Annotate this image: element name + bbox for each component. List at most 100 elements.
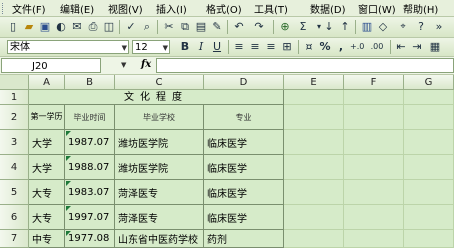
- select-all-corner[interactable]: [0, 75, 29, 90]
- cell-degree[interactable]: 大学: [29, 155, 65, 180]
- menu-insert[interactable]: 插入(I): [156, 1, 187, 16]
- cell-school[interactable]: 菏泽医专: [115, 205, 204, 230]
- row-header-6[interactable]: 6: [0, 205, 29, 230]
- column-header-g[interactable]: G: [404, 75, 454, 90]
- drawing-icon[interactable]: ◇: [376, 20, 390, 34]
- decrease-decimal-icon[interactable]: .00: [370, 40, 384, 54]
- cell-major[interactable]: 临床医学: [204, 205, 284, 230]
- cell[interactable]: [284, 155, 344, 180]
- font-size-select[interactable]: 12 ▼: [132, 40, 170, 54]
- zoom-icon[interactable]: ⌖: [396, 20, 410, 34]
- row-header-4[interactable]: 4: [0, 155, 29, 180]
- cell-school[interactable]: 潍坊医学院: [115, 130, 204, 155]
- percent-button[interactable]: %: [318, 40, 332, 54]
- cell[interactable]: [404, 90, 454, 105]
- column-header-e[interactable]: E: [284, 75, 344, 90]
- error-indicator-icon[interactable]: [66, 131, 71, 136]
- row-header-1[interactable]: 1: [0, 90, 29, 105]
- bold-button[interactable]: B: [178, 40, 192, 54]
- row-header-2[interactable]: 2: [0, 105, 29, 130]
- cell-degree[interactable]: 大专: [29, 205, 65, 230]
- cell-school[interactable]: 潍坊医学院: [115, 155, 204, 180]
- cell-school[interactable]: 山东省中医药学校: [115, 230, 204, 248]
- cell[interactable]: [404, 130, 454, 155]
- cell[interactable]: [344, 230, 404, 248]
- cell[interactable]: [344, 205, 404, 230]
- column-header-b[interactable]: B: [65, 75, 115, 90]
- cell-major[interactable]: 临床医学: [204, 130, 284, 155]
- cell-grad-time[interactable]: 1983.07: [65, 180, 115, 205]
- cell[interactable]: [284, 230, 344, 248]
- name-box[interactable]: J20: [1, 58, 101, 73]
- cut-icon[interactable]: ✂: [162, 20, 176, 34]
- hyperlink-icon[interactable]: ⊕: [278, 20, 292, 34]
- cell-major[interactable]: 药剂: [204, 230, 284, 248]
- header-cell-school[interactable]: 毕业学校: [115, 105, 204, 130]
- error-indicator-icon[interactable]: [66, 206, 71, 211]
- print-icon[interactable]: ⎙: [86, 20, 100, 34]
- borders-icon[interactable]: ▦: [428, 40, 442, 54]
- column-header-f[interactable]: F: [344, 75, 404, 90]
- cell[interactable]: [284, 130, 344, 155]
- menu-tools[interactable]: 工具(T): [254, 1, 288, 16]
- menu-file[interactable]: 文件(F): [12, 1, 46, 16]
- cell-grad-time[interactable]: 1988.07: [65, 155, 115, 180]
- sort-descending-icon[interactable]: ↑: [338, 20, 352, 34]
- cell[interactable]: [344, 180, 404, 205]
- help-icon[interactable]: ?: [414, 20, 428, 34]
- column-header-c[interactable]: C: [115, 75, 204, 90]
- cell[interactable]: [344, 90, 404, 105]
- cell[interactable]: [404, 105, 454, 130]
- cell-degree[interactable]: 大专: [29, 180, 65, 205]
- new-icon[interactable]: ▯: [6, 20, 20, 34]
- decrease-indent-icon[interactable]: ⇤: [394, 40, 408, 54]
- header-cell-grad-time[interactable]: 毕业时间: [65, 105, 115, 130]
- increase-indent-icon[interactable]: ⇥: [410, 40, 424, 54]
- cell[interactable]: [284, 205, 344, 230]
- menu-view[interactable]: 视图(V): [108, 1, 143, 16]
- cell-major[interactable]: 临床医学: [204, 180, 284, 205]
- cell-major[interactable]: 临床医学: [204, 155, 284, 180]
- column-header-a[interactable]: A: [29, 75, 65, 90]
- error-indicator-icon[interactable]: [66, 231, 71, 236]
- paste-icon[interactable]: ▤: [194, 20, 208, 34]
- email-icon[interactable]: ✉: [70, 20, 84, 34]
- increase-decimal-icon[interactable]: +.0: [350, 40, 364, 54]
- cell-grad-time[interactable]: 1977.08: [65, 230, 115, 248]
- menu-edit[interactable]: 编辑(E): [60, 1, 94, 16]
- currency-icon[interactable]: ¤: [302, 40, 316, 54]
- align-right-icon[interactable]: ≡: [264, 40, 278, 54]
- cell[interactable]: [404, 205, 454, 230]
- underline-button[interactable]: U: [210, 40, 224, 54]
- format-painter-icon[interactable]: ✎: [210, 20, 224, 34]
- save-icon[interactable]: ▣: [38, 20, 52, 34]
- row-header-7[interactable]: 7: [0, 230, 29, 248]
- error-indicator-icon[interactable]: [66, 156, 71, 161]
- cell-degree[interactable]: 大学: [29, 130, 65, 155]
- cell[interactable]: [284, 90, 344, 105]
- autosum-icon[interactable]: Σ: [296, 20, 310, 34]
- formula-input[interactable]: [156, 58, 454, 73]
- cell-degree[interactable]: 中专: [29, 230, 65, 248]
- insert-function-icon[interactable]: fx: [141, 59, 151, 70]
- cell[interactable]: [284, 180, 344, 205]
- toolbar-options-icon[interactable]: »: [432, 20, 446, 34]
- align-left-icon[interactable]: ≡: [232, 40, 246, 54]
- sort-ascending-icon[interactable]: ↓: [322, 20, 336, 34]
- chart-wizard-icon[interactable]: ▥: [360, 20, 374, 34]
- merge-center-icon[interactable]: ⊞: [280, 40, 294, 54]
- cell[interactable]: [344, 130, 404, 155]
- error-indicator-icon[interactable]: [66, 181, 71, 186]
- undo-icon[interactable]: ↶: [232, 20, 246, 34]
- research-icon[interactable]: ⌕: [140, 20, 154, 34]
- cell-school[interactable]: 菏泽医专: [115, 180, 204, 205]
- cell-grad-time[interactable]: 1997.07: [65, 205, 115, 230]
- redo-icon[interactable]: ↷: [252, 20, 266, 34]
- permission-icon[interactable]: ◐: [54, 20, 68, 34]
- column-header-d[interactable]: D: [204, 75, 284, 90]
- print-preview-icon[interactable]: ◫: [102, 20, 116, 34]
- cell[interactable]: [404, 230, 454, 248]
- copy-icon[interactable]: ⧉: [178, 20, 192, 34]
- comma-style-button[interactable]: ,: [334, 40, 348, 54]
- chevron-down-icon[interactable]: ▼: [163, 41, 168, 55]
